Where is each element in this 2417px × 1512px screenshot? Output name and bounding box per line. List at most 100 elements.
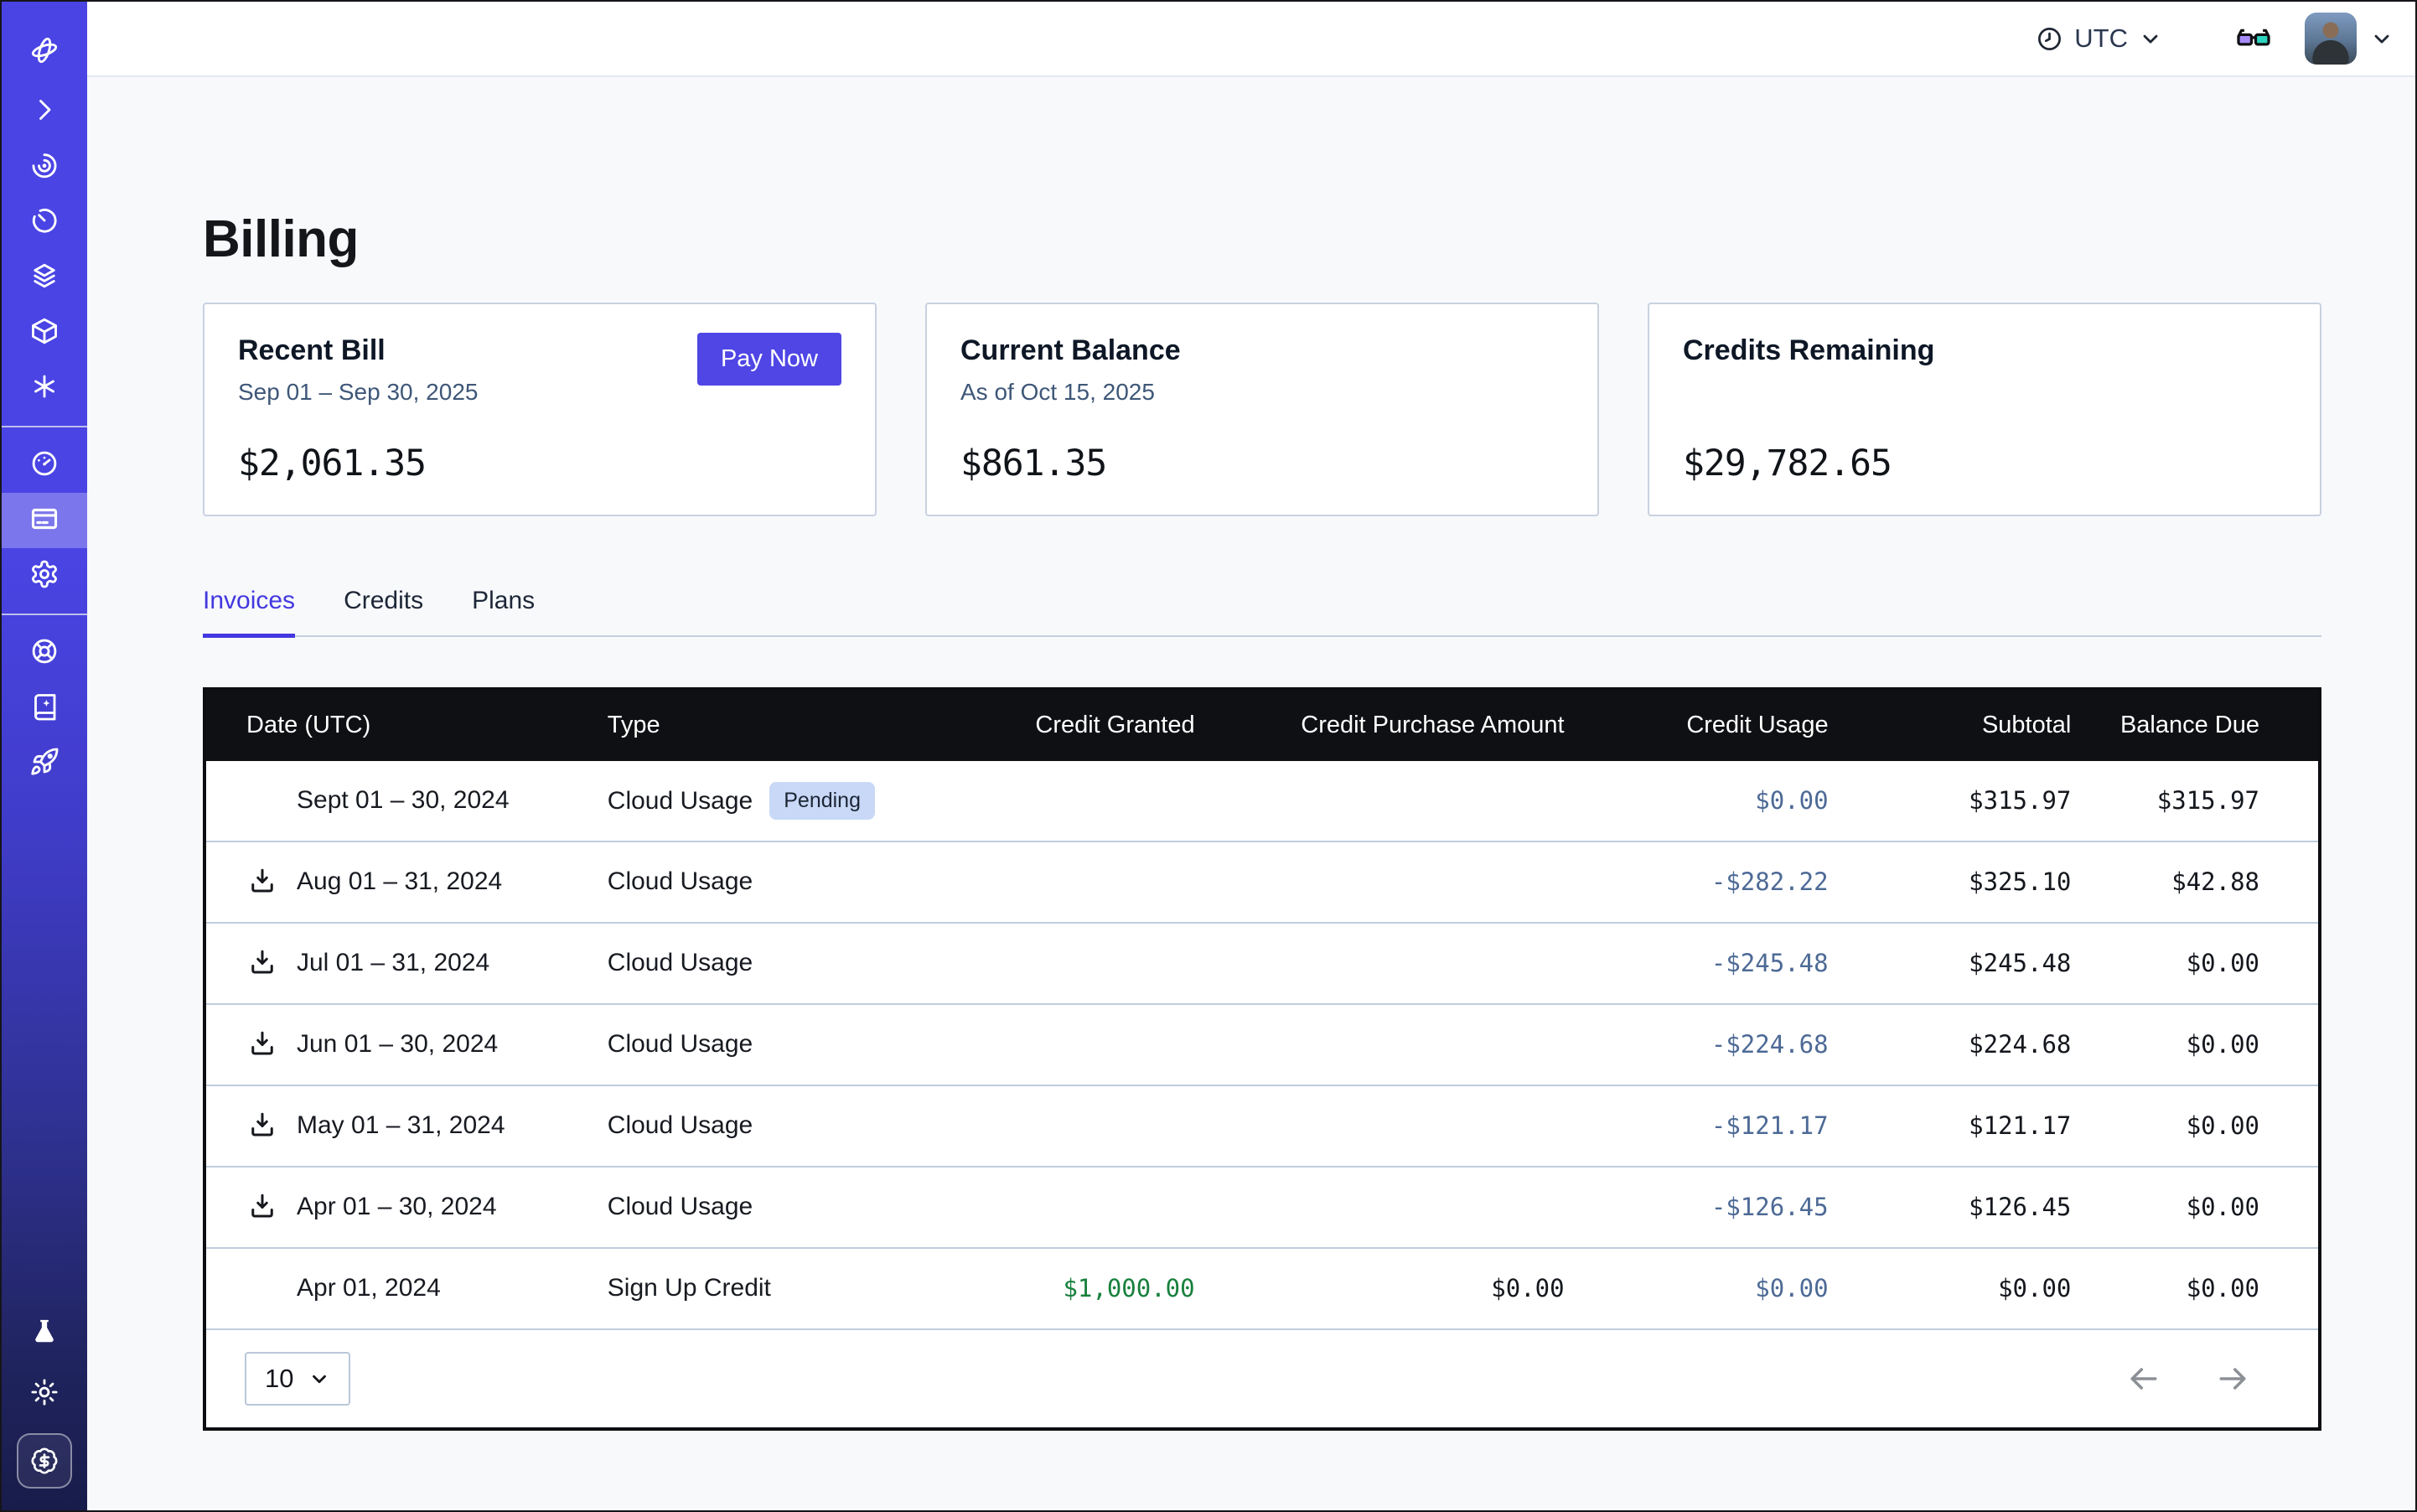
subtotal-value: $0.00 — [1998, 1274, 2071, 1302]
download-invoice-button[interactable] — [246, 1028, 278, 1060]
invoice-row: Jul 01 – 31, 2024Cloud Usage-$245.48$245… — [206, 923, 2318, 1004]
glasses-icon — [2234, 19, 2273, 58]
settings-icon — [29, 559, 60, 593]
summary-cards: Recent Bill Sep 01 – Sep 30, 2025 Pay No… — [203, 303, 2321, 516]
column-header-type: Type — [608, 691, 945, 761]
credit-usage-value: -$282.22 — [1711, 867, 1829, 896]
sidebar-item-theme[interactable] — [2, 1373, 87, 1411]
invoice-date: Sept 01 – 30, 2024 — [297, 786, 510, 815]
credits-remaining-card: Credits Remaining $29,782.65 — [1648, 303, 2321, 516]
sidebar-item-cube[interactable] — [2, 305, 87, 360]
sidebar-item-helm[interactable] — [2, 625, 87, 681]
column-header-credit-usage: Credit Usage — [1590, 691, 1854, 761]
sidebar-item-asterisk[interactable] — [2, 360, 87, 416]
column-header-balance-due: Balance Due — [2096, 691, 2318, 761]
sidebar-item-docs[interactable] — [2, 681, 87, 736]
orbit-logo-icon — [29, 35, 60, 70]
invoice-row: Sept 01 – 30, 2024Cloud UsagePending$0.0… — [206, 761, 2318, 841]
sidebar-item-rocket[interactable] — [2, 736, 87, 791]
sidebar-item-chevron-right[interactable] — [2, 84, 87, 139]
sidebar-item-settings[interactable] — [2, 548, 87, 603]
balance-due-value: $42.88 — [2171, 867, 2259, 896]
subtotal-value: $224.68 — [1969, 1030, 2071, 1059]
invoice-type: Cloud Usage — [608, 1030, 753, 1058]
balance-due-value: $0.00 — [2187, 949, 2259, 977]
subtotal-value: $121.17 — [1969, 1111, 2071, 1140]
page-size-select[interactable]: 10 — [245, 1352, 350, 1406]
sidebar-bottom — [2, 1313, 87, 1510]
column-header-subtotal: Subtotal — [1854, 691, 2097, 761]
pagination — [2125, 1360, 2251, 1397]
invoices-table: Date (UTC)TypeCredit GrantedCredit Purch… — [206, 691, 2318, 1328]
chevron-down-icon — [2370, 27, 2394, 50]
download-invoice-button[interactable] — [246, 866, 278, 898]
sidebar-item-billing[interactable] — [2, 493, 87, 548]
timezone-label: UTC — [2074, 23, 2128, 54]
sidebar-item-monitor[interactable] — [2, 139, 87, 194]
chevron-down-icon — [2139, 27, 2162, 50]
table-header-row: Date (UTC)TypeCredit GrantedCredit Purch… — [206, 691, 2318, 761]
credit-usage-value: $0.00 — [1755, 786, 1828, 815]
invoice-type: Cloud Usage — [608, 1111, 753, 1139]
tab-credits[interactable]: Credits — [344, 587, 423, 638]
next-page-button[interactable] — [2214, 1360, 2251, 1397]
credit-usage-value: $0.00 — [1755, 1274, 1828, 1302]
billing-page: Billing Recent Bill Sep 01 – Sep 30, 202… — [87, 77, 2415, 1510]
invoice-date: Apr 01, 2024 — [297, 1274, 441, 1302]
sidebar-credits-button[interactable] — [17, 1433, 72, 1489]
pay-now-button[interactable]: Pay Now — [697, 333, 841, 386]
account-menu-button[interactable] — [2370, 27, 2394, 50]
app-window: UTC Billing Recent Bill Sep 01 – Sep 3 — [0, 0, 2417, 1512]
download-slot — [246, 1272, 278, 1304]
column-header-credit-purchase-amount: Credit Purchase Amount — [1220, 691, 1590, 761]
chevron-down-icon — [308, 1368, 330, 1390]
current-balance-amount: $861.35 — [960, 443, 1564, 484]
status-badge: Pending — [769, 782, 875, 820]
subtotal-value: $245.48 — [1969, 949, 2071, 977]
recent-bill-period: Sep 01 – Sep 30, 2025 — [238, 379, 478, 407]
invoice-row: Apr 01, 2024Sign Up Credit$1,000.00$0.00… — [206, 1248, 2318, 1328]
subtotal-value: $325.10 — [1969, 867, 2071, 896]
billing-icon — [29, 504, 60, 538]
subtotal-value: $126.45 — [1969, 1193, 2071, 1221]
recent-bill-card: Recent Bill Sep 01 – Sep 30, 2025 Pay No… — [203, 303, 877, 516]
invoice-date: Apr 01 – 30, 2024 — [297, 1193, 497, 1221]
sun-icon — [29, 1377, 60, 1407]
invoice-type: Cloud Usage — [608, 867, 753, 895]
credit-granted-value: $1,000.00 — [1063, 1274, 1194, 1302]
download-slot — [246, 784, 278, 816]
tab-invoices[interactable]: Invoices — [203, 587, 295, 638]
sidebar-item-flask[interactable] — [2, 1313, 87, 1351]
recent-bill-amount: $2,061.35 — [238, 443, 841, 484]
page-title: Billing — [203, 210, 2321, 269]
download-invoice-button[interactable] — [246, 1191, 278, 1223]
balance-due-value: $0.00 — [2187, 1193, 2259, 1221]
badge-dollar-icon — [30, 1447, 59, 1475]
invoice-row: Jun 01 – 30, 2024Cloud Usage-$224.68$224… — [206, 1004, 2318, 1085]
download-invoice-button[interactable] — [246, 947, 278, 979]
column-header-date-utc-: Date (UTC) — [206, 691, 608, 761]
arrow-right-icon — [2214, 1360, 2251, 1397]
sidebar-divider — [2, 614, 87, 615]
gauge-icon — [29, 448, 60, 483]
credit-purchase-value: $0.00 — [1491, 1274, 1564, 1302]
credit-usage-value: -$224.68 — [1711, 1030, 1829, 1059]
reader-mode-button[interactable] — [2234, 19, 2273, 58]
chevron-right-icon — [29, 95, 60, 129]
billing-tabs: Invoices Credits Plans — [203, 587, 2321, 637]
credits-remaining-amount: $29,782.65 — [1683, 443, 2286, 484]
tab-plans[interactable]: Plans — [472, 587, 535, 638]
download-invoice-button[interactable] — [246, 1110, 278, 1142]
sidebar-item-layers[interactable] — [2, 250, 87, 305]
balance-due-value: $315.97 — [2157, 786, 2259, 815]
invoice-type: Cloud Usage — [608, 1193, 753, 1220]
previous-page-button[interactable] — [2125, 1360, 2162, 1397]
current-balance-asof: As of Oct 15, 2025 — [960, 379, 1181, 407]
sidebar-item-gauge[interactable] — [2, 438, 87, 493]
sidebar-item-history[interactable] — [2, 194, 87, 250]
timezone-selector[interactable]: UTC — [2036, 23, 2162, 54]
balance-due-value: $0.00 — [2187, 1030, 2259, 1059]
page-size-value: 10 — [265, 1364, 293, 1394]
avatar[interactable] — [2305, 13, 2357, 65]
subtotal-value: $315.97 — [1969, 786, 2071, 815]
